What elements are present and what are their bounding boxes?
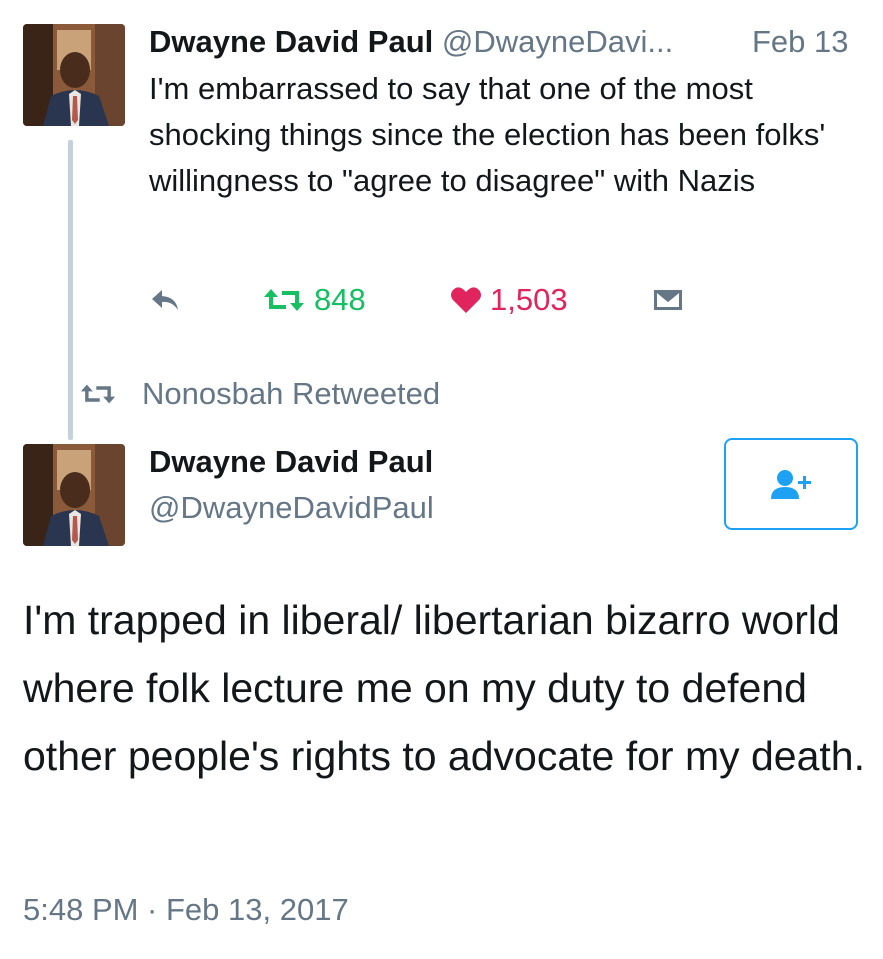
tweet-timestamp[interactable]: 5:48 PM · Feb 13, 2017 (23, 892, 349, 928)
tweet-text: I'm trapped in liberal/ libertarian biza… (23, 597, 865, 779)
reply-icon (152, 290, 178, 310)
heart-icon (451, 287, 481, 313)
envelope-icon (654, 290, 682, 310)
retweet-count: 848 (314, 282, 366, 317)
tweet-date[interactable]: Feb 13 (752, 24, 849, 60)
avatar[interactable] (23, 444, 125, 546)
add-user-icon (771, 470, 811, 499)
follow-button[interactable] (724, 438, 858, 530)
avatar-photo (23, 444, 125, 546)
retweet-icon (264, 289, 304, 311)
retweeted-by-label: Nonosbah Retweeted (142, 376, 441, 411)
author-name[interactable]: Dwayne David Paul (149, 444, 433, 480)
tweet-text: I'm embarrassed to say that one of the m… (149, 71, 826, 198)
avatar[interactable] (23, 24, 125, 126)
tweet-actions: 848 1,503 (0, 280, 883, 320)
retweet-button[interactable]: 848 (262, 280, 366, 320)
retweeted-by-line[interactable]: Nonosbah Retweeted (78, 374, 440, 414)
like-button[interactable]: 1,503 (450, 280, 568, 320)
retweet-icon (80, 384, 116, 404)
avatar-photo (23, 24, 125, 126)
direct-message-button[interactable] (652, 280, 684, 320)
tweet-header: Dwayne David Paul @DwayneDavi... (149, 24, 673, 60)
author-name[interactable]: Dwayne David Paul (149, 24, 433, 59)
author-handle[interactable]: @DwayneDavidPaul (149, 490, 434, 526)
like-count: 1,503 (490, 282, 568, 317)
author-handle[interactable]: @DwayneDavi... (442, 24, 673, 59)
reply-button[interactable] (150, 280, 182, 320)
